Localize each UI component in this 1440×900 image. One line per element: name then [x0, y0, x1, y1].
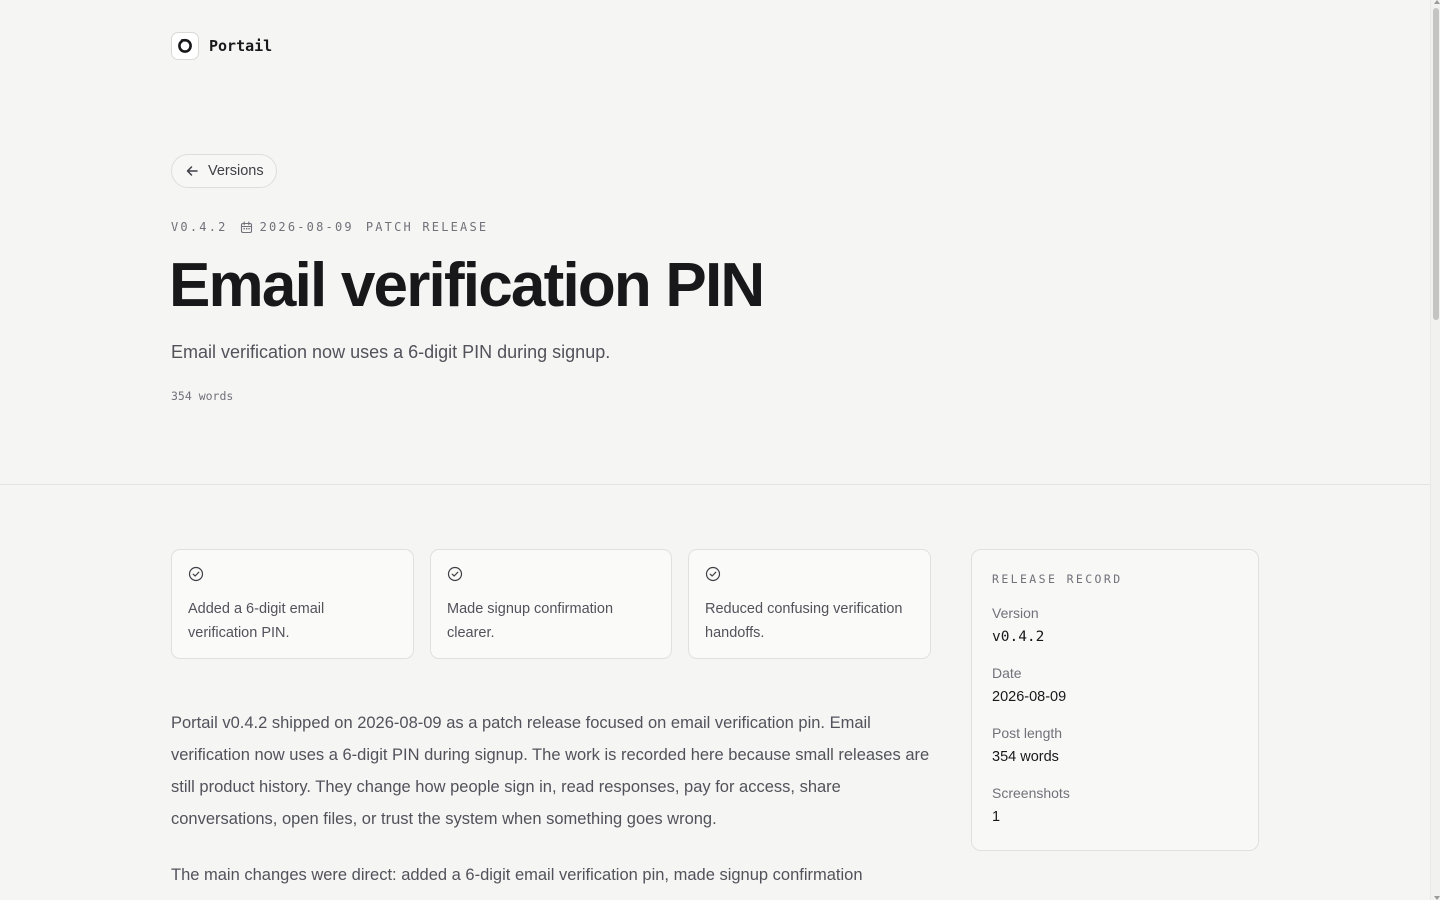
version-tag: V0.4.2	[171, 220, 228, 234]
record-label: Post length	[992, 725, 1063, 741]
record-value: 2026-08-09	[992, 689, 1067, 705]
site-header: Portail	[171, 32, 272, 60]
logo-icon[interactable]	[171, 32, 199, 60]
back-to-versions-button[interactable]: Versions	[171, 154, 277, 188]
highlight-card: Added a 6-digit email verification PIN.	[171, 549, 414, 659]
highlight-text: Added a 6-digit email verification PIN.	[188, 601, 325, 641]
release-record-panel: RELEASE RECORD Version v0.4.2 Date 2026-…	[971, 549, 1259, 851]
highlight-text: Reduced confusing verification handoffs.	[705, 601, 903, 641]
record-value: 1	[992, 809, 1001, 825]
brand-name[interactable]: Portail	[209, 37, 272, 55]
record-date: Date 2026-08-09	[992, 664, 1238, 706]
release-date-text: 2026-08-09	[259, 220, 354, 234]
scroll-down-icon[interactable]	[1434, 896, 1440, 900]
record-value: 354 words	[992, 749, 1059, 765]
release-meta: V0.4.2 2026-08-09 PATCH RELEASE	[171, 220, 488, 234]
highlights: Added a 6-digit email verification PIN. …	[171, 549, 931, 659]
scroll-thumb[interactable]	[1433, 8, 1439, 320]
record-label: Date	[992, 665, 1022, 681]
page-scrollbar[interactable]	[1430, 0, 1440, 900]
record-value: v0.4.2	[992, 629, 1045, 645]
highlight-text: Made signup confirmation clearer.	[447, 601, 614, 641]
scroll-up-icon[interactable]	[1434, 0, 1440, 4]
section-divider	[0, 484, 1430, 485]
record-screenshots: Screenshots 1	[992, 784, 1238, 826]
record-label: Screenshots	[992, 785, 1070, 801]
check-circle-icon	[188, 566, 204, 582]
record-label: Version	[992, 605, 1039, 621]
body-paragraph: The main changes were direct: added a 6-…	[171, 866, 863, 884]
body-paragraph: Portail v0.4.2 shipped on 2026-08-09 as …	[171, 714, 930, 828]
release-record-heading: RELEASE RECORD	[992, 572, 1123, 586]
record-version: Version v0.4.2	[992, 604, 1238, 646]
release-type: PATCH RELEASE	[365, 220, 489, 234]
calendar-icon	[240, 220, 252, 233]
record-post-length: Post length 354 words	[992, 724, 1238, 766]
arrow-left-icon	[186, 166, 198, 176]
article-body: Portail v0.4.2 shipped on 2026-08-09 as …	[171, 707, 936, 891]
page-subtitle: Email verification now uses a 6-digit PI…	[171, 342, 611, 362]
word-count: 354 words	[171, 389, 234, 403]
page-title: Email verification PIN	[169, 251, 765, 320]
highlight-card: Reduced confusing verification handoffs.	[688, 549, 931, 659]
check-circle-icon	[705, 566, 721, 582]
back-button-label: Versions	[208, 163, 264, 179]
highlight-card: Made signup confirmation clearer.	[430, 549, 672, 659]
release-date: 2026-08-09	[240, 220, 354, 234]
check-circle-icon	[447, 566, 463, 582]
